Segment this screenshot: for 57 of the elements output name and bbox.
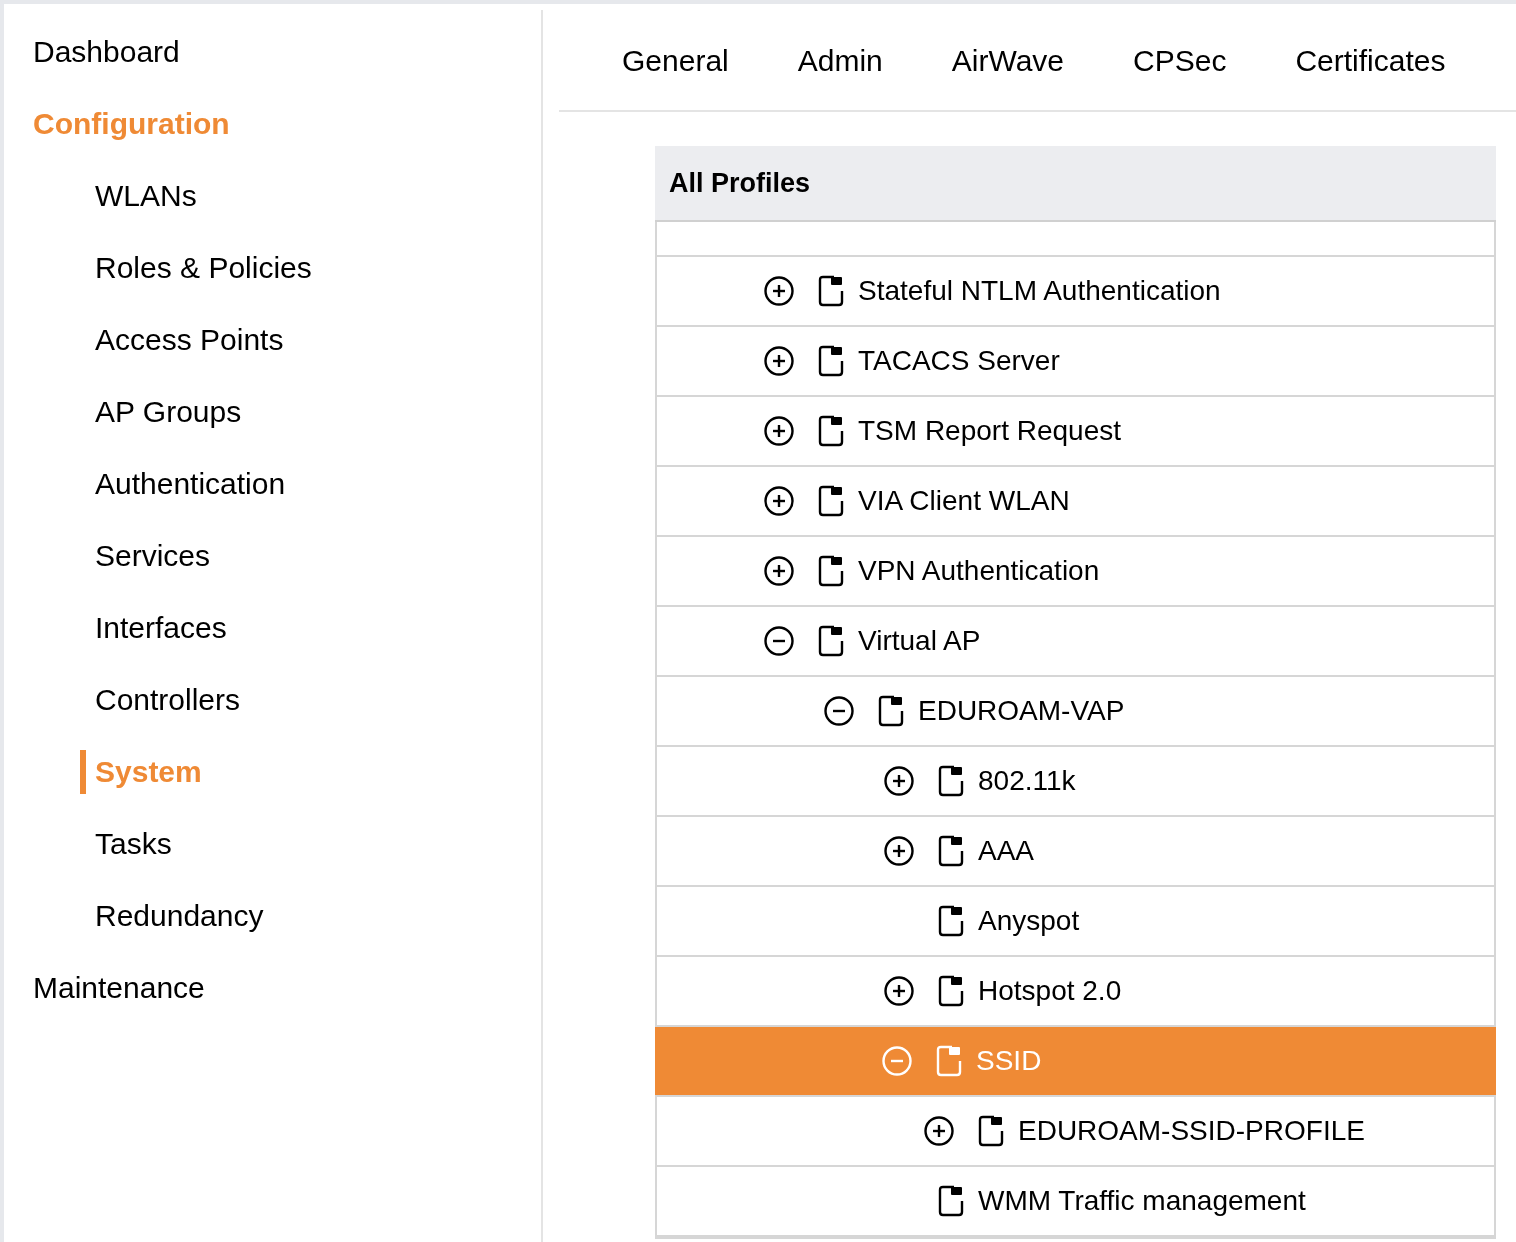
expand-icon[interactable] — [924, 1116, 954, 1146]
profile-label: VPN Authentication — [858, 554, 1100, 588]
nav-item[interactable]: Access Points — [80, 318, 284, 362]
expand-icon[interactable] — [764, 346, 794, 376]
document-icon — [818, 485, 844, 517]
profile-label: Virtual AP — [858, 624, 981, 658]
profile-label: Anyspot — [978, 904, 1080, 938]
panel-title: All Profiles — [669, 166, 811, 200]
nav-item[interactable]: Controllers — [80, 678, 241, 722]
expand-icon[interactable] — [884, 766, 914, 796]
nav-item[interactable]: Maintenance — [33, 966, 205, 1010]
document-icon — [938, 835, 964, 867]
document-icon — [938, 1185, 964, 1217]
document-icon — [938, 765, 964, 797]
tab[interactable]: General — [622, 37, 729, 83]
profile-label: EDUROAM-SSID-PROFILE — [1018, 1114, 1365, 1148]
nav-item[interactable]: Roles & Policies — [80, 246, 312, 290]
document-icon — [818, 415, 844, 447]
collapse-icon[interactable] — [824, 696, 854, 726]
nav-item[interactable]: Authentication — [80, 462, 286, 506]
nav-item[interactable]: Dashboard — [33, 30, 180, 74]
expand-icon[interactable] — [764, 556, 794, 586]
document-icon — [978, 1115, 1004, 1147]
profile-label: EDUROAM-VAP — [918, 694, 1125, 728]
document-icon — [938, 905, 964, 937]
nav-item[interactable]: AP Groups — [80, 390, 242, 434]
document-icon — [818, 555, 844, 587]
collapse-icon[interactable] — [764, 626, 794, 656]
profile-label: AAA — [978, 834, 1035, 868]
expand-icon[interactable] — [764, 416, 794, 446]
document-icon — [936, 1045, 962, 1077]
expand-icon[interactable] — [764, 486, 794, 516]
tab[interactable]: AirWave — [951, 37, 1065, 83]
profile-label: WMM Traffic management — [978, 1184, 1306, 1218]
document-icon — [818, 275, 844, 307]
expand-icon[interactable] — [884, 836, 914, 866]
document-icon — [938, 975, 964, 1007]
document-icon — [818, 345, 844, 377]
tab[interactable]: Admin — [797, 37, 883, 83]
nav-item[interactable]: Services — [80, 534, 211, 578]
document-icon — [818, 625, 844, 657]
nav-item[interactable]: Interfaces — [80, 606, 227, 650]
expand-icon[interactable] — [884, 976, 914, 1006]
nav-item[interactable]: Redundancy — [80, 894, 264, 938]
profile-label: VIA Client WLAN — [858, 484, 1070, 518]
expand-icon[interactable] — [764, 276, 794, 306]
tab[interactable]: CPSec — [1133, 37, 1227, 83]
tab[interactable]: Certificates — [1295, 37, 1446, 83]
nav-item[interactable]: WLANs — [80, 174, 197, 218]
nav-item[interactable]: Tasks — [80, 822, 172, 866]
profile-label: Hotspot 2.0 — [978, 974, 1122, 1008]
profile-label: Stateful NTLM Authentication — [858, 274, 1221, 308]
profile-label: TSM Report Request — [858, 414, 1121, 448]
profile-label: 802.11k — [978, 764, 1076, 798]
profile-label: SSID — [976, 1044, 1042, 1078]
profile-label: TACACS Server — [858, 344, 1060, 378]
document-icon — [878, 695, 904, 727]
